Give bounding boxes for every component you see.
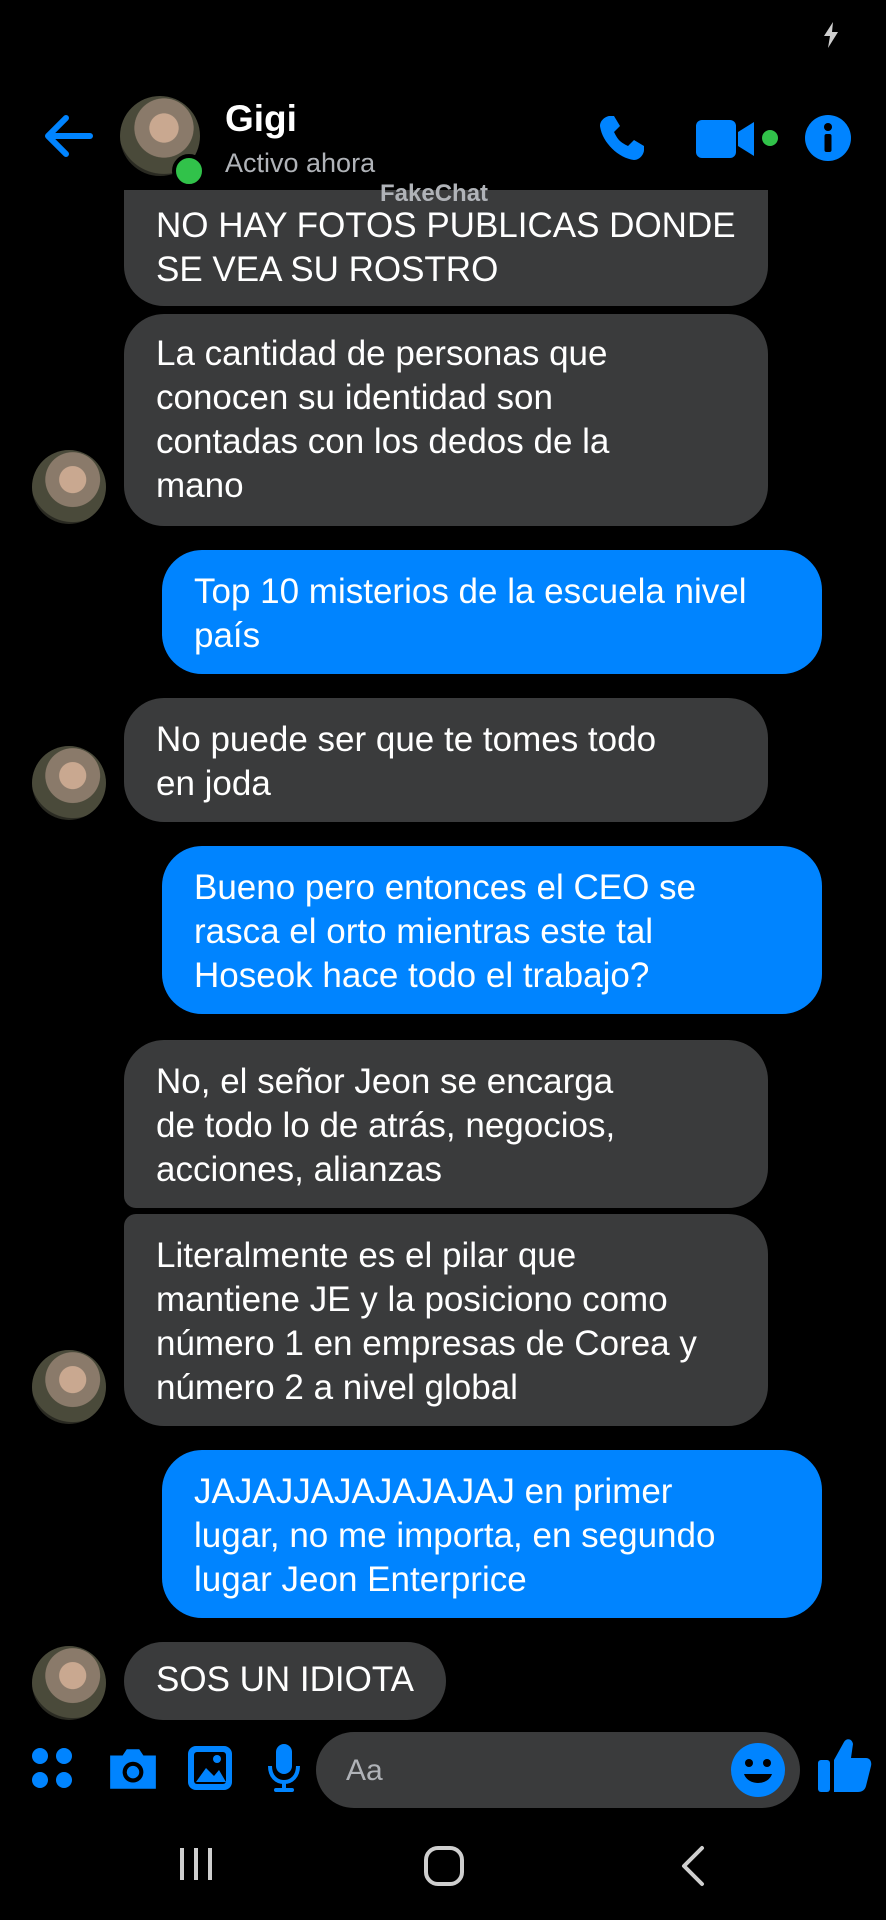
online-indicator: [172, 154, 206, 188]
message-line: La cantidad de personas que: [156, 334, 608, 373]
message-bubble-outgoing[interactable]: JAJAJJAJAJAJAJAJ en primer lugar, no me …: [162, 1450, 822, 1618]
message-line: Literalmente es el pilar que: [156, 1236, 577, 1275]
recent-apps-icon[interactable]: [176, 1844, 216, 1884]
message-line: lugar, no me importa, en segundo: [194, 1516, 716, 1555]
message-line: acciones, alianzas: [156, 1150, 442, 1189]
message-line: Bueno pero entonces el CEO se: [194, 868, 696, 907]
message-line: Hoseok hace todo el trabajo?: [194, 956, 650, 995]
contact-name[interactable]: Gigi: [225, 98, 297, 140]
contact-avatar-small[interactable]: [32, 450, 106, 524]
back-arrow-icon[interactable]: [40, 108, 96, 164]
message-line: SOS UN IDIOTA: [156, 1660, 414, 1699]
microphone-icon[interactable]: [266, 1742, 302, 1794]
camera-icon[interactable]: [106, 1742, 160, 1794]
message-line: JAJAJJAJAJAJAJAJ en primer: [194, 1472, 673, 1511]
message-bubble-outgoing[interactable]: Top 10 misterios de la escuela nivel paí…: [162, 550, 822, 674]
info-icon[interactable]: [804, 114, 852, 162]
message-line: en joda: [156, 764, 271, 803]
message-line: conocen su identidad son: [156, 378, 553, 417]
message-bubble-incoming[interactable]: SOS UN IDIOTA: [124, 1642, 446, 1720]
message-line: rasca el orto mientras este tal: [194, 912, 654, 951]
phone-call-icon[interactable]: [596, 112, 648, 164]
message-bubble-incoming[interactable]: No puede ser que te tomes todo en joda: [124, 698, 768, 822]
message-line: lugar Jeon Enterprice: [194, 1560, 527, 1599]
apps-menu-icon[interactable]: [30, 1742, 74, 1794]
video-active-dot: [762, 130, 778, 146]
thumbs-up-icon[interactable]: [816, 1736, 872, 1794]
charging-bolt-icon: [824, 22, 838, 48]
video-call-icon[interactable]: [696, 118, 756, 160]
message-bubble-incoming[interactable]: No, el señor Jeon se encarga de todo lo …: [124, 1040, 768, 1208]
contact-avatar-small[interactable]: [32, 1646, 106, 1720]
contact-avatar-small[interactable]: [32, 1350, 106, 1424]
message-line: mantiene JE y la posiciono como: [156, 1280, 668, 1319]
contact-status: Activo ahora: [225, 148, 376, 178]
watermark-label: FakeChat: [380, 180, 489, 207]
message-line: mano: [156, 466, 244, 505]
message-line: país: [194, 616, 261, 655]
contact-avatar-small[interactable]: [32, 746, 106, 820]
message-bubble-outgoing[interactable]: Bueno pero entonces el CEO se rasca el o…: [162, 846, 822, 1014]
message-line: SE VEA SU ROSTRO: [156, 250, 499, 289]
message-input[interactable]: [344, 1750, 708, 1792]
message-bubble-incoming[interactable]: La cantidad de personas que conocen su i…: [124, 314, 768, 526]
message-line: NO HAY FOTOS PUBLICAS DONDE: [156, 206, 736, 245]
back-nav-icon[interactable]: [678, 1844, 708, 1888]
message-line: No puede ser que te tomes todo: [156, 720, 657, 759]
message-composer[interactable]: [316, 1732, 800, 1808]
message-line: número 2 a nivel global: [156, 1368, 518, 1407]
message-line: contadas con los dedos de la: [156, 422, 610, 461]
message-line: No, el señor Jeon se encarga: [156, 1062, 614, 1101]
message-bubble-incoming[interactable]: Literalmente es el pilar que mantiene JE…: [124, 1214, 768, 1426]
gallery-image-icon[interactable]: [186, 1742, 234, 1794]
emoji-icon[interactable]: [730, 1742, 786, 1798]
message-line: de todo lo de atrás, negocios,: [156, 1106, 616, 1145]
message-line: Top 10 misterios de la escuela nivel: [194, 572, 747, 611]
home-icon[interactable]: [422, 1844, 466, 1888]
message-line: número 1 en empresas de Corea y: [156, 1324, 697, 1363]
